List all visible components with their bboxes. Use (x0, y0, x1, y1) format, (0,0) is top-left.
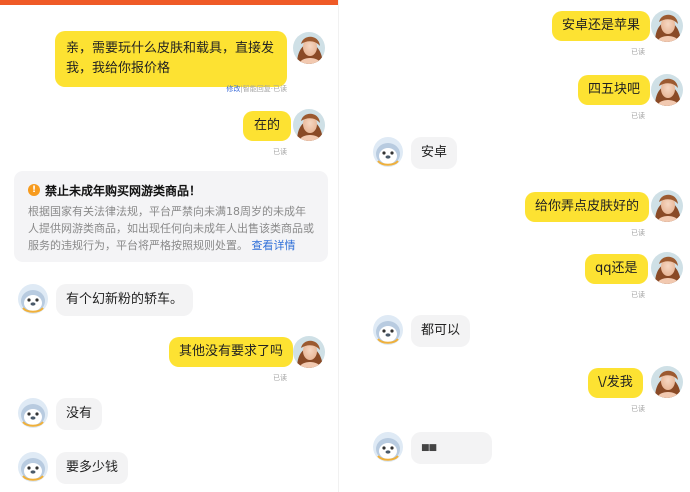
user-avatar[interactable] (293, 336, 325, 368)
read-status: 已读 (273, 374, 287, 382)
contact-avatar[interactable] (18, 398, 48, 428)
user-avatar[interactable] (293, 32, 325, 64)
contact-avatar[interactable] (373, 432, 403, 462)
user-avatar[interactable] (651, 366, 683, 398)
read-status: 智能回复·已读 (242, 85, 287, 93)
edit-link[interactable]: 修改 (226, 85, 240, 93)
read-status: 已读 (631, 229, 645, 237)
view-details-link[interactable]: 查看详情 (252, 239, 296, 252)
message-status: 修改|智能回复·已读 (180, 84, 287, 94)
contact-avatar[interactable] (18, 284, 48, 314)
read-status: 已读 (273, 148, 287, 156)
chat-bubble-own[interactable]: 四五块吧 (578, 75, 651, 105)
contact-avatar[interactable] (18, 452, 48, 482)
chat-bubble-own[interactable]: 给你弄点皮肤好的 (525, 192, 650, 222)
chat-bubble-other[interactable]: ■■ (411, 432, 492, 464)
chat-bubble-own[interactable]: 其他没有要求了吗 (169, 337, 294, 367)
user-avatar[interactable] (293, 109, 325, 141)
chat-bubble-own[interactable]: 安卓还是苹果 (552, 11, 651, 41)
chat-bubble-own[interactable]: 在的 (243, 111, 292, 141)
notice-title-text: 禁止未成年购买网游类商品！ (45, 183, 202, 198)
contact-avatar[interactable] (373, 137, 403, 167)
read-status: 已读 (631, 405, 645, 413)
contact-avatar[interactable] (373, 315, 403, 345)
chat-bubble-other[interactable]: 有个幻新粉的轿车。 (56, 284, 194, 316)
chat-bubble-own[interactable]: \/发我 (588, 368, 643, 398)
read-status: 已读 (631, 48, 645, 56)
chat-bubble-other[interactable]: 都可以 (411, 315, 471, 347)
chat-bubble-own[interactable]: 亲，需要玩什么皮肤和载具，直接发我，我给你报价格 (55, 31, 287, 87)
notice-title: ! 禁止未成年购买网游类商品！ (28, 181, 314, 199)
user-avatar[interactable] (651, 190, 683, 222)
warning-icon: ! (28, 184, 40, 196)
panel-divider (338, 0, 339, 492)
top-accent-bar (0, 0, 338, 5)
chat-bubble-other[interactable]: 要多少钱 (56, 452, 129, 484)
minor-purchase-warning: ! 禁止未成年购买网游类商品！ 根据国家有关法律法规，平台严禁向未满18周岁的未… (14, 171, 328, 262)
read-status: 已读 (631, 291, 645, 299)
chat-bubble-other[interactable]: 没有 (56, 398, 103, 430)
chat-bubble-other[interactable]: 安卓 (411, 137, 458, 169)
user-avatar[interactable] (651, 10, 683, 42)
user-avatar[interactable] (651, 74, 683, 106)
chat-bubble-own[interactable]: qq还是 (585, 254, 648, 284)
read-status: 已读 (631, 112, 645, 120)
notice-body: 根据国家有关法律法规，平台严禁向未满18周岁的未成年人提供网游类商品，如出现任何… (28, 203, 314, 254)
user-avatar[interactable] (651, 252, 683, 284)
